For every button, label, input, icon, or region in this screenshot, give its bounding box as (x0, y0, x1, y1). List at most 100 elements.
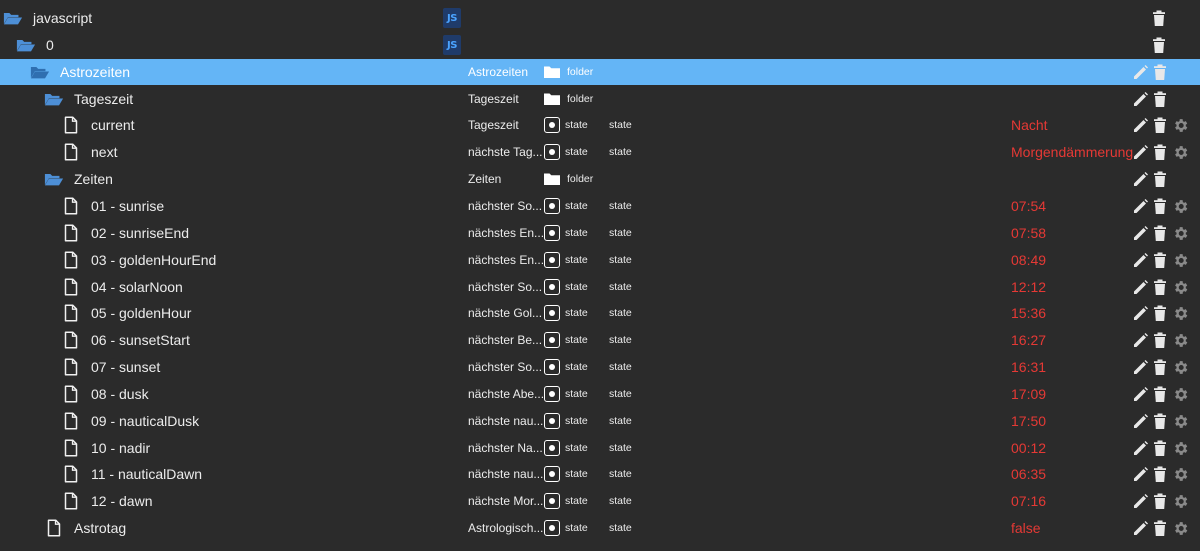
state-row[interactable]: 04 - solarNoon nächster So... state state 12… (0, 274, 1200, 300)
edit-icon[interactable] (1131, 331, 1149, 349)
file-icon[interactable] (61, 464, 81, 484)
gear-icon[interactable] (1171, 358, 1189, 376)
state-row[interactable]: 03 - goldenHourEnd nächstes En... state sta… (0, 247, 1200, 273)
tree-node[interactable]: 11 - nauticalDawn (61, 461, 202, 487)
edit-icon[interactable] (1131, 385, 1149, 403)
gear-icon[interactable] (1171, 278, 1189, 296)
tree-node[interactable]: 10 - nadir (61, 435, 150, 461)
gear-icon[interactable] (1171, 465, 1189, 483)
file-icon[interactable] (61, 250, 81, 270)
folder-open-icon[interactable] (30, 62, 50, 82)
state-row[interactable]: 11 - nauticalDawn nächste nau... state stat… (0, 461, 1200, 487)
edit-icon[interactable] (1131, 519, 1149, 537)
folder-row[interactable]: 0 JS (0, 32, 1200, 58)
gear-icon[interactable] (1171, 116, 1189, 134)
trash-icon[interactable] (1151, 385, 1169, 403)
tree-node[interactable]: 09 - nauticalDusk (61, 408, 199, 434)
folder-open-icon[interactable] (44, 169, 64, 189)
state-row[interactable]: next nächste Tag... state state Morgendämmer… (0, 139, 1200, 165)
edit-icon[interactable] (1131, 465, 1149, 483)
tree-node[interactable]: Astrozeiten (30, 59, 130, 85)
state-row[interactable]: 12 - dawn nächste Mor... state state 07:16 (0, 488, 1200, 514)
state-row[interactable]: Astrotag Astrologisch... state state false (0, 515, 1200, 541)
file-icon[interactable] (61, 411, 81, 431)
file-icon[interactable] (61, 223, 81, 243)
gear-icon[interactable] (1171, 251, 1189, 269)
edit-icon[interactable] (1131, 224, 1149, 242)
state-row[interactable]: 10 - nadir nächster Na... state state 00:12 (0, 435, 1200, 461)
trash-icon[interactable] (1151, 224, 1169, 242)
tree-node[interactable]: 05 - goldenHour (61, 300, 191, 326)
tree-node[interactable]: 04 - solarNoon (61, 274, 183, 300)
trash-icon[interactable] (1151, 304, 1169, 322)
gear-icon[interactable] (1171, 224, 1189, 242)
file-icon[interactable] (61, 196, 81, 216)
folder-open-icon[interactable] (44, 89, 64, 109)
trash-icon[interactable] (1151, 90, 1169, 108)
file-icon[interactable] (61, 384, 81, 404)
tree-node[interactable]: Tageszeit (44, 86, 133, 112)
trash-icon[interactable] (1151, 331, 1169, 349)
tree-node[interactable]: 03 - goldenHourEnd (61, 247, 216, 273)
edit-icon[interactable] (1131, 492, 1149, 510)
trash-icon[interactable] (1151, 197, 1169, 215)
file-icon[interactable] (61, 438, 81, 458)
gear-icon[interactable] (1171, 492, 1189, 510)
tree-node[interactable]: 01 - sunrise (61, 193, 164, 219)
state-row[interactable]: 06 - sunsetStart nächster Be... state state… (0, 327, 1200, 353)
trash-icon[interactable] (1151, 143, 1169, 161)
tree-node[interactable]: 08 - dusk (61, 381, 149, 407)
file-icon[interactable] (61, 115, 81, 135)
gear-icon[interactable] (1171, 439, 1189, 457)
folder-open-icon[interactable] (16, 35, 36, 55)
file-icon[interactable] (44, 518, 64, 538)
tree-node[interactable]: next (61, 139, 117, 165)
edit-icon[interactable] (1131, 170, 1149, 188)
edit-icon[interactable] (1131, 412, 1149, 430)
trash-icon[interactable] (1151, 170, 1169, 188)
edit-icon[interactable] (1131, 63, 1149, 81)
edit-icon[interactable] (1131, 358, 1149, 376)
tree-node[interactable]: current (61, 112, 135, 138)
edit-icon[interactable] (1131, 304, 1149, 322)
trash-icon[interactable] (1151, 492, 1169, 510)
folder-row[interactable]: Astrozeiten Astrozeiten folder (0, 59, 1200, 85)
state-row[interactable]: 07 - sunset nächster So... state state 16:31 (0, 354, 1200, 380)
file-icon[interactable] (61, 277, 81, 297)
gear-icon[interactable] (1171, 385, 1189, 403)
folder-row[interactable]: Tageszeit Tageszeit folder (0, 86, 1200, 112)
trash-icon[interactable] (1151, 358, 1169, 376)
gear-icon[interactable] (1171, 304, 1189, 322)
edit-icon[interactable] (1131, 90, 1149, 108)
state-row[interactable]: 08 - dusk nächste Abe... state state 17:09 (0, 381, 1200, 407)
tree-node[interactable]: 0 (16, 32, 54, 58)
file-icon[interactable] (61, 491, 81, 511)
gear-icon[interactable] (1171, 412, 1189, 430)
tree-node[interactable]: Astrotag (44, 515, 126, 541)
edit-icon[interactable] (1131, 116, 1149, 134)
trash-icon[interactable] (1151, 251, 1169, 269)
trash-icon[interactable] (1151, 116, 1169, 134)
state-row[interactable]: 05 - goldenHour nächste Gol... state state 1… (0, 300, 1200, 326)
state-row[interactable]: 01 - sunrise nächster So... state state 07:5… (0, 193, 1200, 219)
tree-node[interactable]: javascript (3, 5, 92, 31)
file-icon[interactable] (61, 330, 81, 350)
tree-node[interactable]: 02 - sunriseEnd (61, 220, 189, 246)
trash-icon[interactable] (1151, 465, 1169, 483)
tree-node[interactable]: 07 - sunset (61, 354, 160, 380)
trash-icon[interactable] (1151, 278, 1169, 296)
edit-icon[interactable] (1131, 143, 1149, 161)
trash-icon[interactable] (1150, 9, 1168, 27)
tree-node[interactable]: 06 - sunsetStart (61, 327, 190, 353)
gear-icon[interactable] (1171, 143, 1189, 161)
edit-icon[interactable] (1131, 197, 1149, 215)
file-icon[interactable] (61, 357, 81, 377)
trash-icon[interactable] (1151, 63, 1169, 81)
trash-icon[interactable] (1151, 519, 1169, 537)
gear-icon[interactable] (1171, 197, 1189, 215)
edit-icon[interactable] (1131, 278, 1149, 296)
gear-icon[interactable] (1171, 331, 1189, 349)
gear-icon[interactable] (1171, 519, 1189, 537)
file-icon[interactable] (61, 142, 81, 162)
state-row[interactable]: 02 - sunriseEnd nächstes En... state state 0… (0, 220, 1200, 246)
